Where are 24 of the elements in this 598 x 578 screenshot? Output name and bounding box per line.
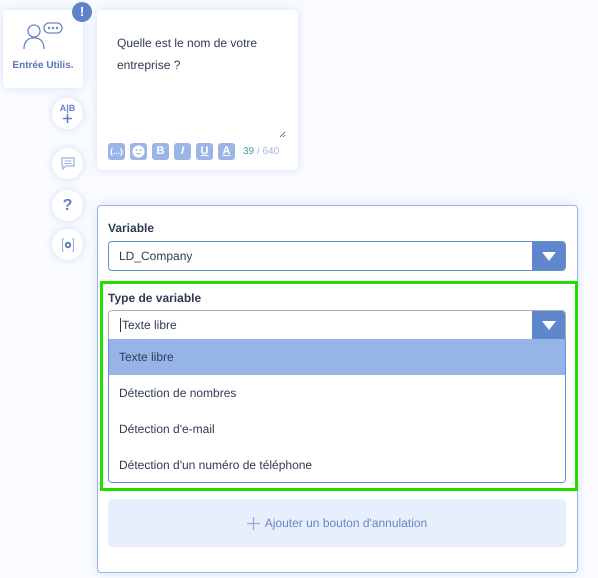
add-cancel-button[interactable]: Ajouter un bouton d'annulation	[108, 499, 566, 547]
character-counter: 39 / 640	[243, 145, 280, 159]
user-chat-icon	[23, 22, 63, 50]
node-label: Entrée Utilis.	[12, 59, 74, 73]
variable-label: Variable	[108, 220, 154, 237]
alert-badge: !	[72, 2, 92, 22]
plus-icon	[246, 516, 260, 530]
variable-dropdown[interactable]: LD_Company	[108, 241, 566, 271]
resize-handle-icon[interactable]	[279, 131, 286, 138]
settings-icon	[60, 238, 74, 252]
help-button[interactable]: ?	[52, 190, 83, 221]
settings-button[interactable]	[52, 229, 83, 260]
caret-icon	[542, 252, 556, 260]
plus-icon	[63, 114, 72, 123]
variable-type-label: Type de variable	[108, 290, 202, 307]
caret-icon	[542, 320, 556, 330]
ab-test-button[interactable]: A|B	[52, 98, 83, 129]
comment-button[interactable]	[52, 148, 83, 179]
message-text[interactable]: Quelle est le nom de votre entreprise ?	[117, 32, 282, 76]
variable-type-dropdown[interactable]: Texte libre	[108, 310, 566, 340]
dropdown-option[interactable]: Texte libre	[109, 339, 565, 375]
speech-bubble-icon	[60, 157, 74, 170]
smiley-icon	[132, 145, 145, 158]
emoji-button[interactable]	[130, 143, 147, 160]
